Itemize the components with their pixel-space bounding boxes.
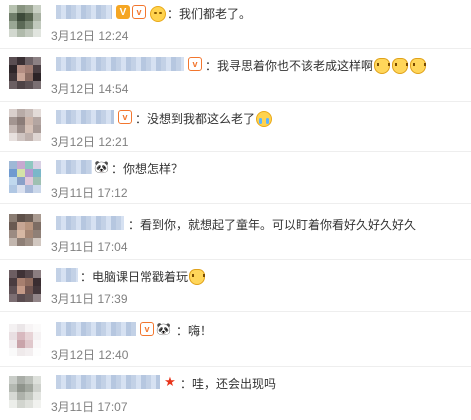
vip-badge-icon[interactable]: v — [188, 57, 202, 71]
comment-time: 3月12日 12:40 — [51, 348, 129, 362]
comment-item: 🐼 ：你想怎样？ 3月11日 17:12 — [0, 152, 471, 204]
cat-emoji-icon — [410, 57, 427, 74]
comment-time: 3月11日 17:07 — [51, 400, 128, 414]
username-blurred[interactable] — [56, 110, 114, 124]
vip-badge-icon[interactable]: v — [132, 5, 146, 19]
smile-emoji-icon — [150, 5, 166, 22]
comment-time: 3月12日 14:54 — [51, 82, 129, 96]
avatar[interactable] — [9, 214, 41, 246]
comment-text: ：看到你，就想起了童年。可以盯着你看好久好久好久 — [128, 218, 417, 232]
comment-text: ：我们都老了。 — [149, 5, 251, 22]
username-blurred[interactable] — [56, 160, 92, 174]
username-blurred[interactable] — [56, 375, 160, 389]
verified-badge-icon[interactable]: V — [116, 5, 130, 19]
comment-item: v ：我寻思着你也不该老成这样啊 3月12日 14:54 — [0, 49, 471, 102]
vip-badge-icon[interactable]: v — [118, 110, 132, 124]
comment-text: ：哇，还会出现吗 — [180, 377, 277, 391]
avatar[interactable] — [9, 270, 41, 302]
comment-item: V v ：我们都老了。 3月12日 12:24 — [0, 0, 471, 49]
comment-time: 3月11日 17:39 — [51, 292, 128, 306]
comment-list: V v ：我们都老了。 3月12日 12:24 v ：我寻思着你也不该老成这样啊… — [0, 0, 471, 420]
avatar[interactable] — [9, 324, 41, 356]
panda-badge-icon[interactable]: 🐼 — [156, 322, 171, 336]
avatar[interactable] — [9, 109, 41, 141]
comment-item: ：看到你，就想起了童年。可以盯着你看好久好久好久 3月11日 17:04 — [0, 204, 471, 260]
comment-item: ：电脑课日常戳着玩 3月11日 17:39 — [0, 260, 471, 312]
username-blurred[interactable] — [56, 268, 78, 282]
cat-emoji-icon — [189, 268, 206, 285]
comment-text: ：电脑课日常戳着玩 — [80, 268, 206, 285]
comment-time: 3月11日 17:04 — [51, 240, 128, 254]
comment-item: v 🐼 ：嗨！ 3月12日 12:40 — [0, 312, 471, 367]
cat-emoji-icon — [392, 57, 409, 74]
cat-emoji-icon — [374, 57, 391, 74]
username-blurred[interactable] — [56, 5, 112, 19]
avatar[interactable] — [9, 5, 41, 37]
comment-time: 3月12日 12:21 — [51, 135, 129, 149]
comment-time: 3月11日 17:12 — [51, 186, 128, 200]
cry-emoji-icon — [256, 110, 273, 127]
comment-text: ：没想到我都这么老了 — [135, 110, 273, 127]
comment-time: 3月12日 12:24 — [51, 29, 129, 43]
comment-item: ★ ：哇，还会出现吗 3月11日 17:07 — [0, 367, 471, 420]
username-blurred[interactable] — [56, 322, 136, 336]
star-badge-icon[interactable]: ★ — [163, 374, 177, 389]
avatar[interactable] — [9, 57, 41, 89]
username-blurred[interactable] — [56, 57, 184, 71]
comment-text: ：嗨！ — [176, 324, 213, 338]
panda-badge-icon[interactable]: 🐼 — [94, 160, 109, 174]
comment-text: ：你想怎样？ — [111, 162, 184, 176]
vip-badge-icon[interactable]: v — [140, 322, 154, 336]
avatar[interactable] — [9, 376, 41, 408]
comment-text: ：我寻思着你也不该老成这样啊 — [205, 57, 427, 74]
avatar[interactable] — [9, 161, 41, 193]
username-blurred[interactable] — [56, 216, 124, 230]
comment-item: v ：没想到我都这么老了 3月12日 12:21 — [0, 102, 471, 152]
